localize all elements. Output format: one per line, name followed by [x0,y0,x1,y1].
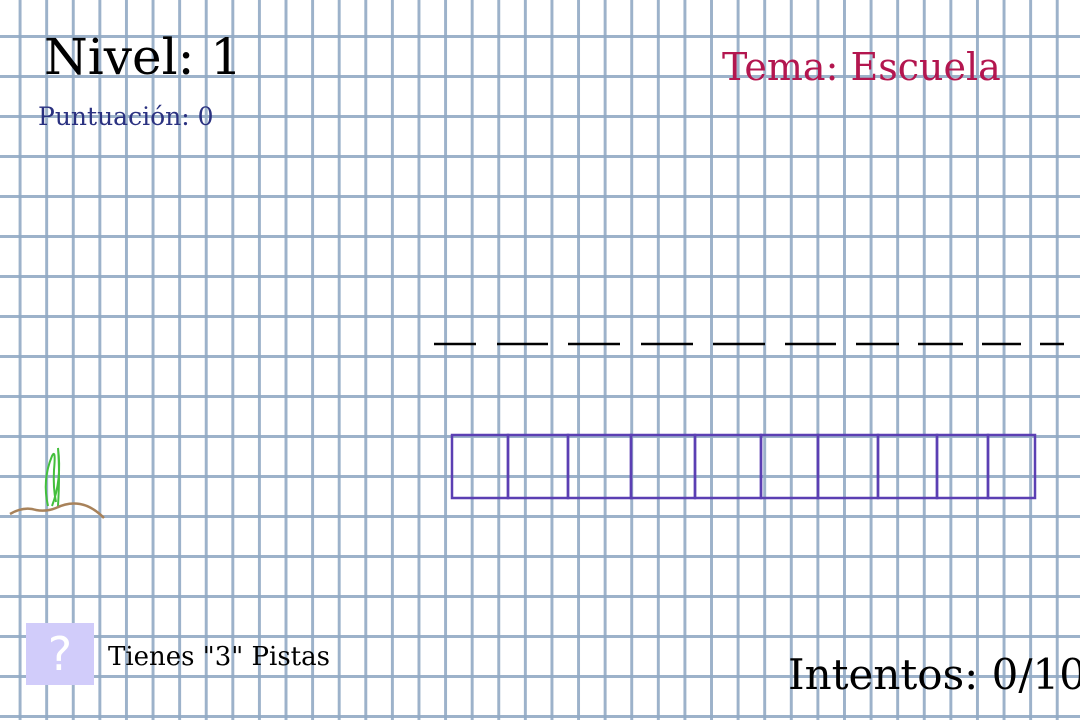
attempts-counter: Intentos: 0/10 [788,650,1080,699]
letter-slot[interactable] [629,433,697,500]
letter-slot[interactable] [876,433,939,500]
letter-slot[interactable] [693,433,763,500]
question-mark-icon: ? [47,627,73,681]
letter-slot[interactable] [506,433,570,500]
letter-slot[interactable] [986,433,1037,500]
letter-slot[interactable] [566,433,633,500]
letter-slot[interactable] [759,433,820,500]
hints-remaining-label: Tienes "3" Pistas [108,642,330,672]
letter-slot[interactable] [450,433,510,500]
letter-slot[interactable] [816,433,880,500]
letter-slot[interactable] [935,433,990,500]
letter-slot-row [450,433,1037,500]
hint-button[interactable]: ? [26,623,94,685]
